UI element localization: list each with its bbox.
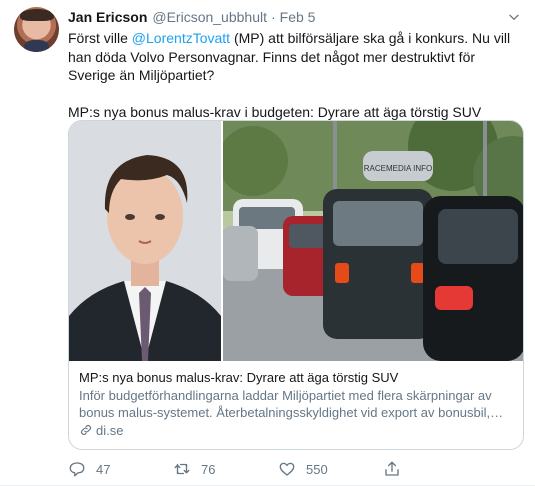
card-domain-text: di.se bbox=[96, 422, 124, 438]
retweet-icon bbox=[174, 463, 190, 475]
author-handle[interactable]: @Ericson_ubbhult bbox=[152, 9, 267, 25]
card-body[interactable]: MP:s nya bonus malus-krav: Dyrare att äg… bbox=[79, 369, 515, 439]
card-description: Inför budgetförhandlingarna laddar Miljö… bbox=[79, 387, 504, 421]
reply-icon bbox=[69, 462, 85, 477]
tweet-text-line2: MP:s nya bonus malus-krav i budgeten: Dy… bbox=[68, 104, 482, 120]
tweet[interactable]: Jan Ericson @Ericson_ubbhult · Feb 5 För… bbox=[0, 0, 535, 486]
like-icon bbox=[279, 462, 295, 476]
share-icon bbox=[385, 461, 399, 476]
tweet-text: Först ville @LorentzTovatt (MP) att bilf… bbox=[68, 29, 524, 122]
portrait-image bbox=[69, 121, 221, 361]
reply-button[interactable]: 47 bbox=[68, 459, 173, 479]
tweet-actions: 47 76 550 bbox=[68, 459, 488, 479]
tweet-date[interactable]: Feb 5 bbox=[280, 9, 316, 25]
tweet-text-part1: Först ville bbox=[68, 30, 132, 46]
tweet-header: Jan Ericson @Ericson_ubbhult · Feb 5 bbox=[68, 9, 315, 27]
link-card[interactable]: RACEMEDIA INFO MP:s nya bonus malus-krav… bbox=[68, 120, 524, 450]
card-media[interactable]: RACEMEDIA INFO bbox=[69, 121, 523, 361]
avatar[interactable] bbox=[14, 7, 59, 52]
caret-down-icon[interactable] bbox=[507, 10, 521, 24]
retweet-button[interactable]: 76 bbox=[173, 459, 278, 479]
like-button[interactable]: 550 bbox=[278, 459, 383, 479]
reply-count: 47 bbox=[96, 461, 111, 477]
share-button[interactable] bbox=[383, 459, 488, 479]
link-icon bbox=[81, 425, 91, 436]
author-name[interactable]: Jan Ericson bbox=[68, 9, 147, 25]
card-title[interactable]: MP:s nya bonus malus-krav: Dyrare att äg… bbox=[79, 369, 515, 387]
mention-link[interactable]: @LorentzTovatt bbox=[132, 30, 230, 46]
roof-box-label: RACEMEDIA INFO bbox=[364, 164, 432, 173]
like-count: 550 bbox=[306, 461, 328, 477]
separator-dot: · bbox=[271, 9, 276, 25]
retweet-count: 76 bbox=[201, 461, 216, 477]
traffic-image: RACEMEDIA INFO bbox=[223, 121, 523, 361]
card-domain[interactable]: di.se bbox=[79, 422, 515, 440]
